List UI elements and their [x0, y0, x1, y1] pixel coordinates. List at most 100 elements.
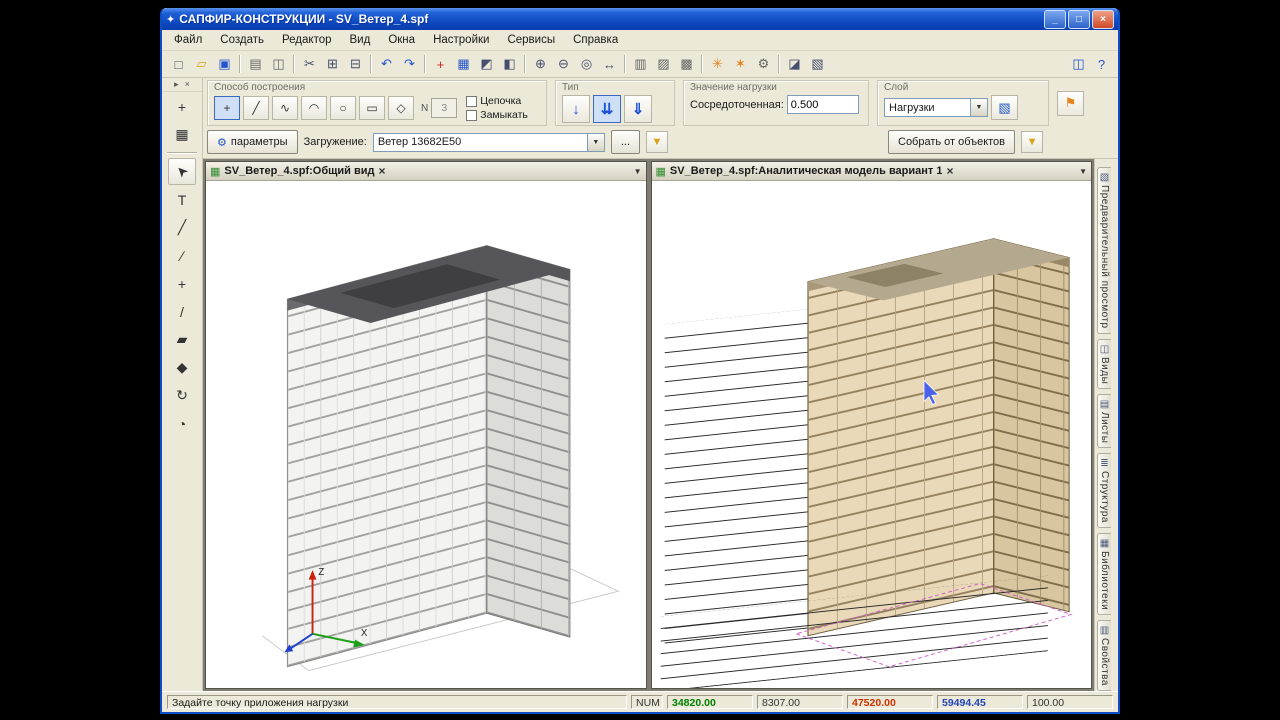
chevron-down-icon[interactable]: ▼ — [970, 99, 987, 116]
fill-tool-icon[interactable]: ◆ — [168, 354, 196, 381]
cross-tool-icon[interactable]: + — [168, 270, 196, 297]
building-model-grey: Z X — [261, 245, 620, 672]
line-tool-icon[interactable]: ∕ — [168, 242, 196, 269]
doc-close-icon[interactable]: × — [946, 164, 953, 178]
menu-item-settings[interactable]: Настройки — [425, 32, 497, 48]
tab-libraries[interactable]: ▦ Библиотеки — [1097, 533, 1111, 616]
eraser-tool-icon[interactable]: ▰ — [168, 326, 196, 353]
print-preview-icon[interactable]: ◫ — [267, 53, 290, 76]
save-icon[interactable]: ▣ — [213, 53, 236, 76]
menu-item-create[interactable]: Создать — [212, 32, 272, 48]
collect-from-objects-button[interactable]: Собрать от объектов — [888, 130, 1016, 154]
more-button[interactable]: ... — [610, 130, 640, 154]
zoom-out-icon[interactable]: ⊖ — [552, 53, 575, 76]
undo-icon[interactable]: ↶ — [375, 53, 398, 76]
filter-icon[interactable]: ▼ — [646, 131, 668, 153]
tab-structure[interactable]: ≣ Структура — [1097, 453, 1111, 529]
group-title: Способ построения — [214, 82, 306, 93]
doc-dropdown-icon[interactable]: ▼ — [1079, 167, 1087, 176]
tab-properties[interactable]: ▥ Свойства — [1097, 620, 1111, 692]
chain-checkbox[interactable] — [466, 95, 478, 107]
polygon-tool-button[interactable]: ◇ — [388, 96, 414, 120]
paste-icon[interactable]: ⊟ — [344, 53, 367, 76]
print-icon[interactable]: ▤ — [244, 53, 267, 76]
minimize-button[interactable]: _ — [1044, 9, 1066, 29]
text-tool-icon[interactable]: T — [168, 186, 196, 213]
pointer-tool-icon[interactable]: ➤ — [168, 158, 196, 185]
new-file-icon[interactable]: □ — [167, 53, 190, 76]
properties-icon: ▥ — [1099, 625, 1110, 637]
doc-close-icon[interactable]: × — [379, 164, 386, 178]
distributed-load-button[interactable]: ⇊ — [593, 95, 621, 123]
app-window: ✦ САПФИР-КОНСТРУКЦИИ - SV_Ветер_4.spf _ … — [160, 8, 1120, 714]
analytical-model-canvas[interactable] — [651, 181, 1091, 688]
dock-close-icon[interactable]: × — [185, 79, 190, 90]
rotate-tool-icon[interactable]: ↻ — [168, 382, 196, 409]
slope-tool-icon[interactable]: / — [168, 298, 196, 325]
copy-icon[interactable]: ⊞ — [321, 53, 344, 76]
layers-icon[interactable]: ◧ — [498, 53, 521, 76]
view-top-icon[interactable]: ▥ — [629, 53, 652, 76]
menu-item-view[interactable]: Вид — [342, 32, 379, 48]
redo-icon[interactable]: ↷ — [398, 53, 421, 76]
ucs-tool-icon[interactable]: + — [168, 93, 196, 120]
section-icon[interactable]: ◪ — [783, 53, 806, 76]
filter-icon[interactable]: ▼ — [1021, 131, 1044, 153]
node-edit-tool-icon[interactable]: ╱ — [168, 214, 196, 241]
chevron-down-icon[interactable]: ▼ — [586, 133, 604, 151]
menu-item-editor[interactable]: Редактор — [274, 32, 340, 48]
doc-titlebar[interactable]: ▦ SV_Ветер_4.spf:Аналитическая модель ва… — [651, 162, 1091, 181]
doc-titlebar[interactable]: ▦ SV_Ветер_4.spf:Общий вид × ▼ — [206, 162, 646, 181]
arc-tool-button[interactable]: ◠ — [301, 96, 327, 120]
n-count-input[interactable] — [431, 98, 458, 118]
concentrated-load-button[interactable]: ↓ — [562, 95, 590, 123]
maximize-button[interactable]: □ — [1068, 9, 1090, 29]
sun-icon[interactable]: ✳ — [706, 53, 729, 76]
orbit-tool-icon[interactable]: ◔ — [168, 410, 196, 437]
close-contour-checkbox[interactable] — [466, 109, 478, 121]
doc-window-general-view: ▦ SV_Ветер_4.spf:Общий вид × ▼ Z X — [205, 161, 647, 689]
layer-select[interactable]: Нагрузки ▼ — [884, 98, 988, 117]
zoom-in-icon[interactable]: ⊕ — [529, 53, 552, 76]
tab-preview[interactable]: ▧ Предварительный просмотр — [1097, 167, 1111, 334]
titlebar[interactable]: ✦ САПФИР-КОНСТРУКЦИИ - SV_Ветер_4.spf _ … — [162, 8, 1118, 30]
open-folder-icon[interactable]: ▱ — [190, 53, 213, 76]
render-icon[interactable]: ✶ — [729, 53, 752, 76]
parameters-button[interactable]: ⚙ параметры — [207, 130, 298, 154]
help-icon[interactable]: ? — [1090, 53, 1113, 76]
view-front-icon[interactable]: ▨ — [652, 53, 675, 76]
rectangle-tool-button[interactable]: ▭ — [359, 96, 385, 120]
snap-icon[interactable]: ◩ — [475, 53, 498, 76]
layer-sheets-icon[interactable]: ▧ — [991, 95, 1018, 120]
tab-label: Свойства — [1099, 638, 1110, 687]
view-iso-icon[interactable]: ▩ — [675, 53, 698, 76]
line-tool-button[interactable]: ╱ — [243, 96, 269, 120]
load-value-input[interactable] — [786, 95, 859, 114]
dock-pin-icon[interactable]: ▸ — [174, 79, 179, 90]
loading-select[interactable]: Ветер 13682E50 ▼ — [372, 132, 605, 152]
tab-views[interactable]: ◫ Виды — [1097, 338, 1111, 389]
crosshair-icon[interactable]: + — [429, 53, 452, 76]
point-tool-button[interactable]: + — [214, 96, 240, 120]
grid-icon[interactable]: ▦ — [452, 53, 475, 76]
axis-z-label: Z — [318, 567, 324, 578]
grid-table-icon[interactable]: ▦ — [168, 121, 196, 148]
menu-item-help[interactable]: Справка — [565, 32, 626, 48]
arrange-windows-icon[interactable]: ◫ — [1067, 53, 1090, 76]
close-button[interactable]: × — [1092, 9, 1114, 29]
trapezoid-load-button[interactable]: ⇓ — [624, 95, 652, 123]
wireframe-icon[interactable]: ▧ — [806, 53, 829, 76]
doc-dropdown-icon[interactable]: ▼ — [634, 167, 642, 176]
settings-gear-icon[interactable]: ⚙ — [752, 53, 775, 76]
menu-item-windows[interactable]: Окна — [380, 32, 423, 48]
polyline-tool-button[interactable]: ∿ — [272, 96, 298, 120]
zoom-fit-icon[interactable]: ◎ — [575, 53, 598, 76]
tab-sheets[interactable]: ▤ Листы — [1097, 393, 1111, 449]
general-view-canvas[interactable]: Z X — [206, 181, 646, 688]
pan-icon[interactable]: ↔ — [598, 53, 621, 76]
menu-item-file[interactable]: Файл — [166, 32, 210, 48]
axis-flag-icon[interactable]: ⚑ — [1057, 90, 1084, 116]
ellipse-tool-button[interactable]: ○ — [330, 96, 356, 120]
cut-icon[interactable]: ✂ — [298, 53, 321, 76]
menu-item-services[interactable]: Сервисы — [499, 32, 563, 48]
